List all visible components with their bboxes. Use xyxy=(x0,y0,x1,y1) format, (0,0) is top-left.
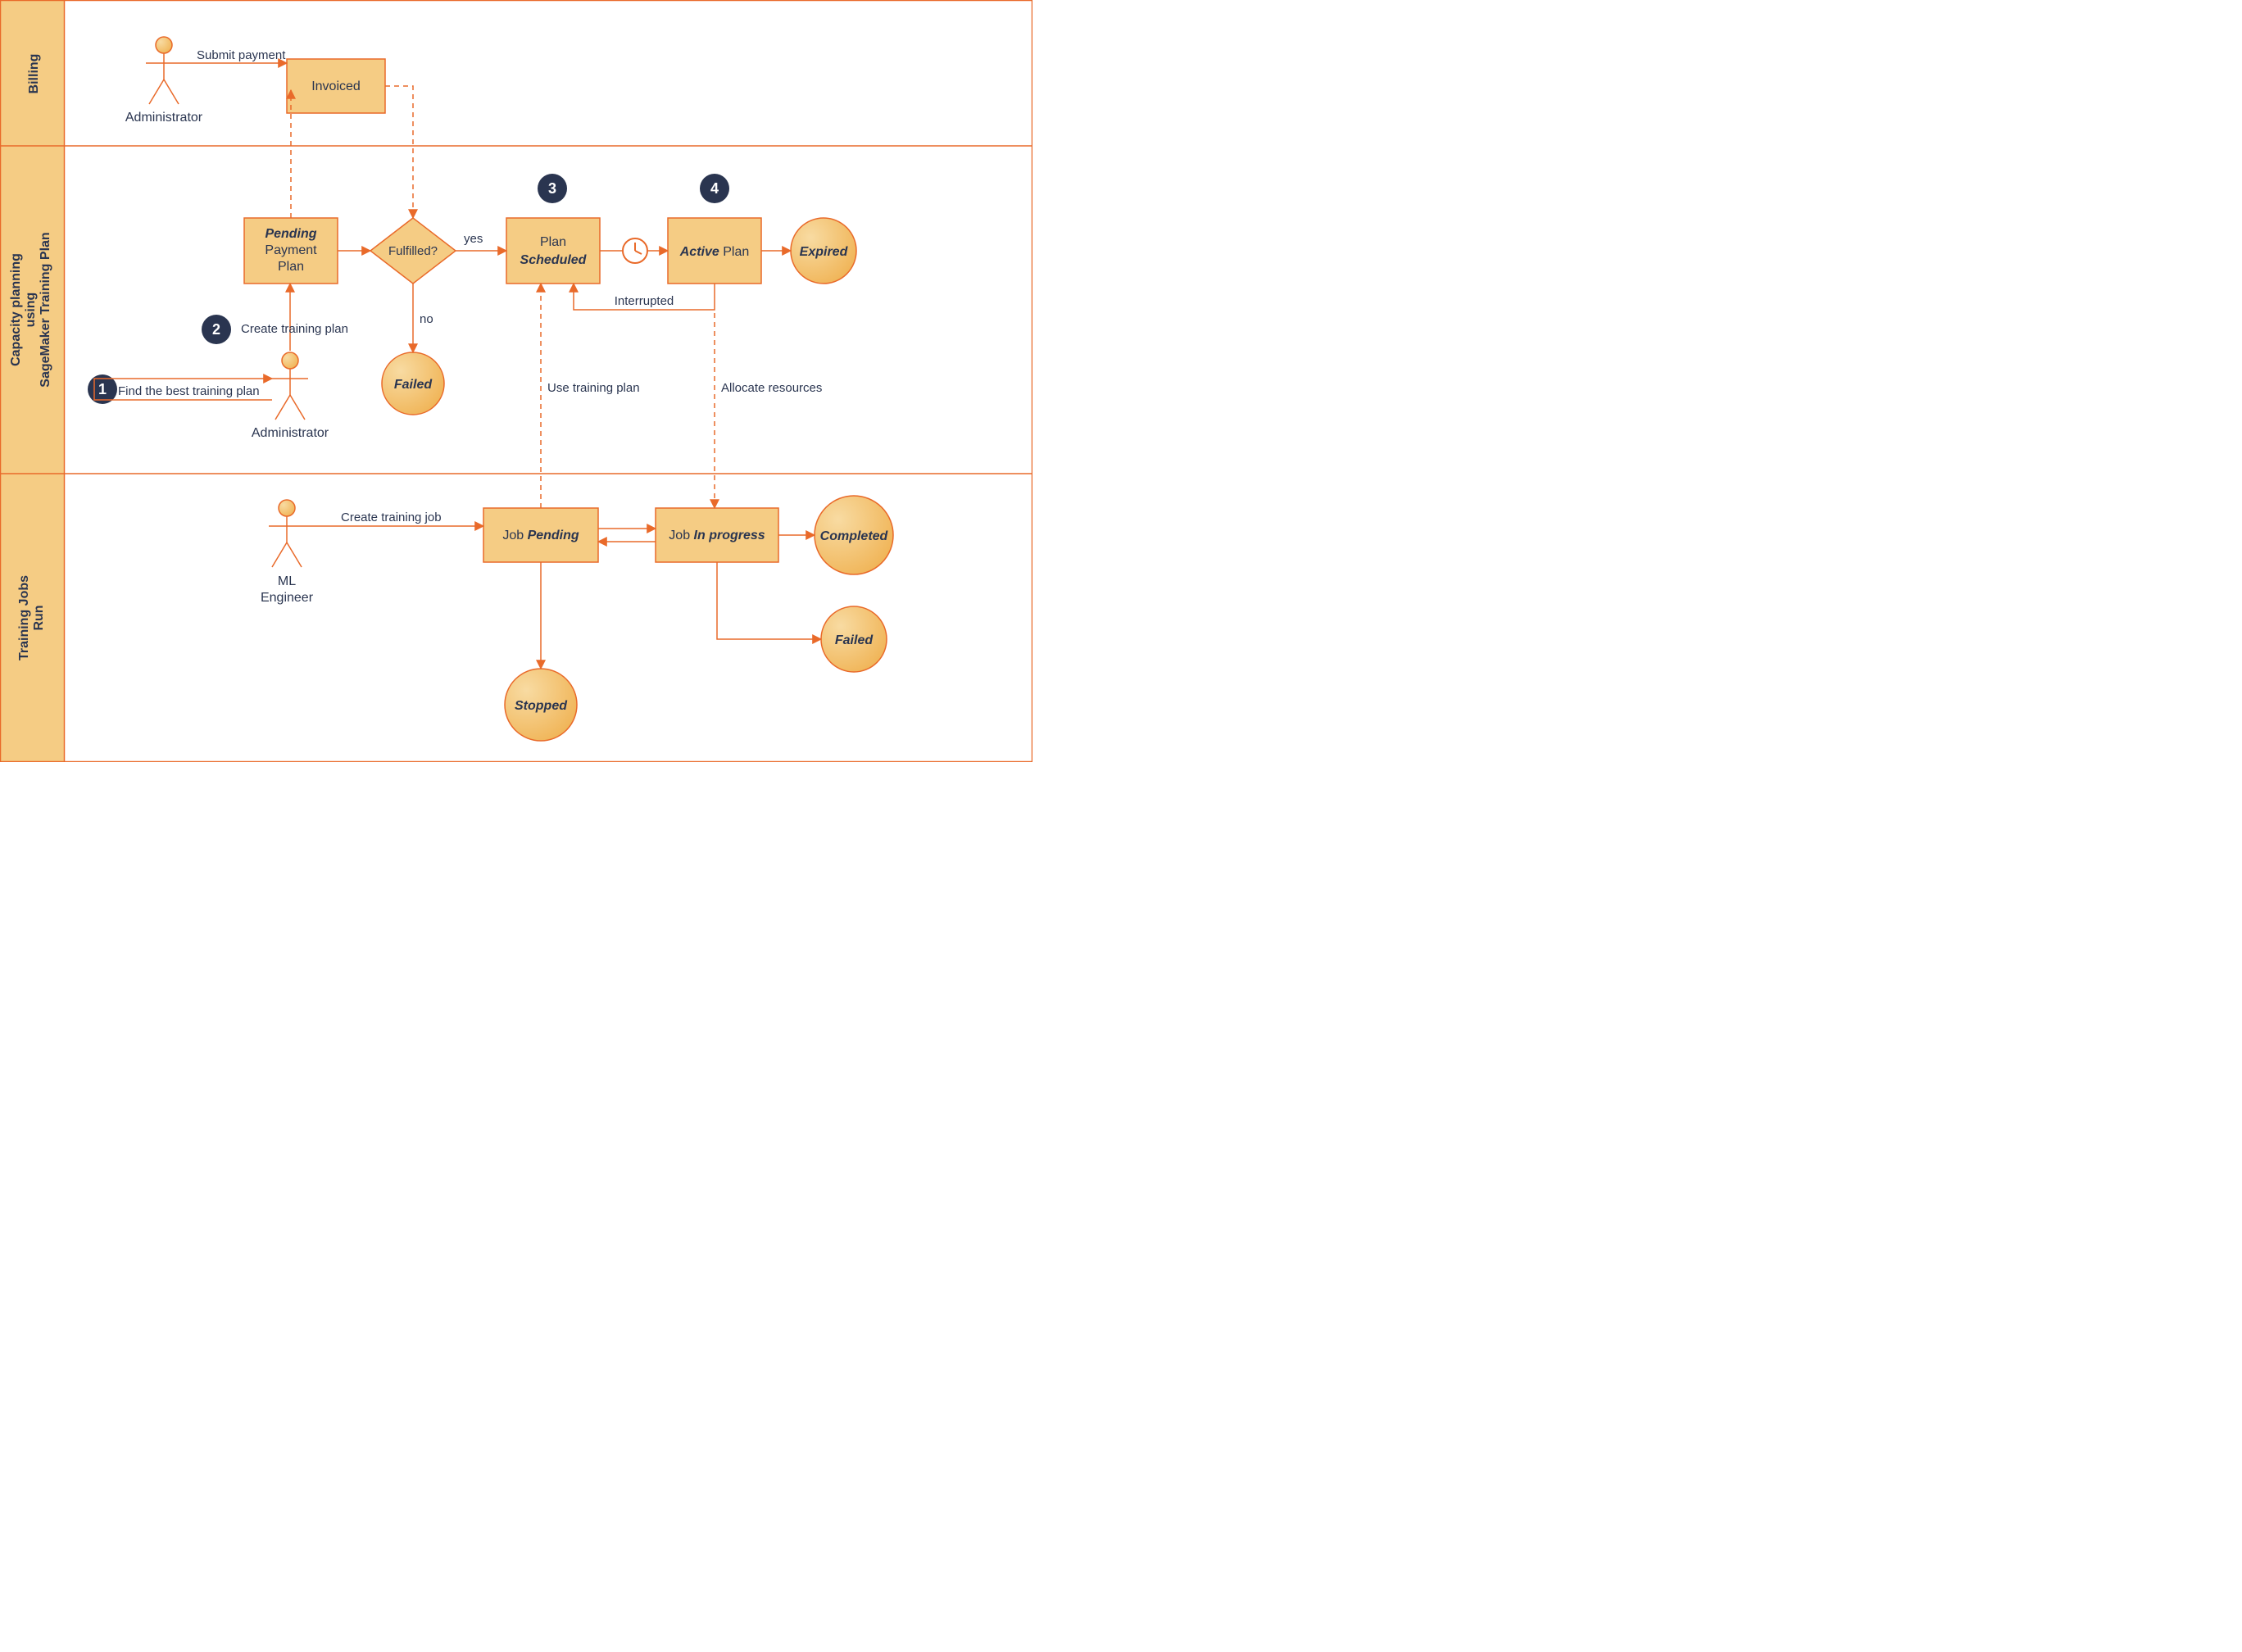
lane-title-capacity-1: Capacity planning xyxy=(9,253,23,366)
node-pending-l2: Payment xyxy=(265,243,317,257)
actor-ml-engineer xyxy=(269,500,305,567)
lane-title-capacity-2: using xyxy=(24,293,38,328)
node-plan-l2: Scheduled xyxy=(520,253,588,267)
node-pending-l1: Pending xyxy=(265,227,316,241)
svg-text:Job Pending: Job Pending xyxy=(502,529,579,542)
edge-yes-label: yes xyxy=(464,232,483,246)
node-plan-scheduled xyxy=(506,218,600,284)
lane-title-billing: Billing xyxy=(27,54,41,94)
lane-title-jobs-1: Training Jobs xyxy=(17,575,31,660)
node-fulfilled: Fulfilled? xyxy=(370,218,456,284)
svg-text:Job In progress: Job In progress xyxy=(669,529,765,542)
svg-text:Pending: Pending xyxy=(265,227,316,241)
actor-admin-billing xyxy=(146,37,182,104)
node-jobprog-l2: In progress xyxy=(694,529,765,542)
edge-submit-payment-label: Submit payment xyxy=(197,48,286,62)
node-invoiced-label: Invoiced xyxy=(311,79,361,93)
lane-title-jobs-2: Run xyxy=(32,605,46,630)
actor-admin-capacity xyxy=(272,352,308,420)
edge-progress-to-failed xyxy=(717,562,821,639)
edge-create-plan-label: Create training plan xyxy=(241,322,348,336)
node-jobpending-l1: Job xyxy=(502,529,527,542)
swimlane-diagram: Billing Capacity planning using SageMake… xyxy=(0,0,1032,762)
node-active-l1: Active xyxy=(679,245,719,259)
svg-text:Active Plan: Active Plan xyxy=(679,245,750,259)
edge-alloc-label: Allocate resources xyxy=(721,381,822,395)
node-pending-l3: Plan xyxy=(278,260,304,274)
edge-use-plan-label: Use training plan xyxy=(547,381,640,395)
edge-find-plan-label: Find the best training plan xyxy=(118,384,260,398)
node-jobprog-l1: Job xyxy=(669,529,693,542)
node-expired-label: Expired xyxy=(800,245,849,259)
svg-text:1: 1 xyxy=(98,381,107,397)
node-jobpending-l2: Pending xyxy=(528,529,579,542)
edge-interrupted-label: Interrupted xyxy=(615,294,674,308)
node-plan-l1: Plan xyxy=(540,235,566,249)
node-job-failed-label: Failed xyxy=(835,633,874,647)
actor-ml-label-1: ML xyxy=(278,574,296,588)
node-active-l2: Plan xyxy=(719,245,749,259)
edge-invoiced-to-fulfilled xyxy=(385,86,413,218)
svg-text:2: 2 xyxy=(212,321,220,338)
clock-icon xyxy=(623,238,647,263)
node-stopped-label: Stopped xyxy=(515,699,568,713)
node-failed-label: Failed xyxy=(394,378,433,392)
svg-text:3: 3 xyxy=(548,180,556,197)
node-completed-label: Completed xyxy=(820,529,889,543)
edge-no-label: no xyxy=(420,312,433,326)
lane-title-capacity-3: SageMaker Training Plan xyxy=(39,232,52,387)
actor-admin-billing-label: Administrator xyxy=(125,111,203,125)
svg-text:4: 4 xyxy=(710,180,719,197)
actor-ml-label-2: Engineer xyxy=(261,591,314,605)
actor-admin-capacity-label: Administrator xyxy=(252,426,329,440)
edge-create-job-label: Create training job xyxy=(341,511,442,524)
svg-text:Fulfilled?: Fulfilled? xyxy=(388,244,438,258)
